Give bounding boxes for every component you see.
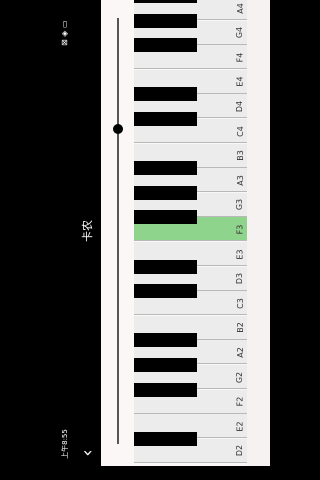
piano-key-text: F4 [235, 52, 245, 63]
piano-key-text: G4 [235, 26, 245, 39]
piano-key-text: F3 [235, 224, 245, 235]
piano-key-label: F3 [234, 223, 246, 235]
piano-black-key[interactable] [134, 13, 197, 28]
piano-black-key[interactable] [134, 0, 197, 3]
piano-key-label: G4 [234, 27, 246, 39]
piano-key-label: B3 [234, 150, 246, 162]
piano-black-key[interactable] [134, 333, 197, 348]
piano-key-label: D3 [234, 273, 246, 285]
piano-key-text: G3 [235, 199, 245, 211]
piano-key-text: C3 [235, 297, 245, 309]
keyboard-edge [247, 0, 270, 466]
piano-black-key[interactable] [134, 431, 197, 446]
song-title: 卡农 [81, 220, 94, 242]
piano-black-key[interactable] [134, 112, 197, 126]
piano-key-label: D2 [234, 445, 246, 457]
piano-black-key[interactable] [134, 259, 197, 274]
back-chevron-icon[interactable]: ‹ [77, 443, 98, 463]
progress-slider-thumb[interactable] [113, 123, 123, 134]
piano-key-label: A2 [234, 346, 246, 358]
status-time: 上午8:55 [61, 429, 69, 459]
piano-black-key[interactable] [134, 382, 197, 397]
piano-key-label: E2 [234, 420, 246, 432]
piano-key-text: B3 [235, 150, 245, 161]
piano-key-label: A3 [234, 174, 246, 186]
piano-key-text: C4 [235, 125, 245, 137]
piano-key-text: A4 [235, 2, 245, 14]
piano-key-text: B2 [235, 322, 245, 334]
status-icons: ⊠ ◈ ▭ [60, 20, 69, 47]
piano-black-key[interactable] [134, 358, 197, 372]
piano-key-label: E4 [234, 76, 246, 88]
piano-key-label: A4 [234, 2, 246, 14]
piano-black-key[interactable] [134, 185, 197, 200]
piano-black-key[interactable] [134, 210, 197, 225]
piano-keyboard: A4 G4 F4 E4 D4 C4 B3 A3 G3 F3 E3 D3 C3 B2 A2 G2 F2 E2 D2 [134, 0, 247, 466]
piano-key-label: G2 [234, 371, 246, 383]
piano-key-label: C4 [234, 125, 246, 137]
piano-key-text: F2 [235, 396, 245, 407]
piano-key-text: E4 [235, 76, 245, 87]
piano-key-text: A2 [235, 347, 245, 358]
piano-key-text: G2 [235, 371, 245, 383]
piano-key-text: D2 [235, 445, 245, 457]
piano-key-label: F4 [234, 51, 246, 63]
piano-black-key[interactable] [134, 87, 197, 102]
piano-key-label: C3 [234, 297, 246, 309]
piano-key-text: E3 [235, 248, 245, 260]
piano-key-label: F2 [234, 396, 246, 408]
piano-black-key[interactable] [134, 38, 197, 53]
piano-black-key[interactable] [134, 284, 197, 299]
piano-key-label: B2 [234, 322, 246, 334]
piano-key-text: D4 [235, 100, 245, 113]
progress-slider-track[interactable] [117, 18, 119, 444]
piano-key-label: G3 [234, 199, 246, 211]
piano-key-text: E2 [235, 421, 245, 432]
piano-key-label: D4 [234, 100, 246, 112]
piano-key-text: D3 [235, 272, 245, 285]
piano-black-key[interactable] [134, 161, 197, 176]
piano-key-text: A3 [235, 174, 245, 186]
piano-key-label: E3 [234, 248, 246, 260]
